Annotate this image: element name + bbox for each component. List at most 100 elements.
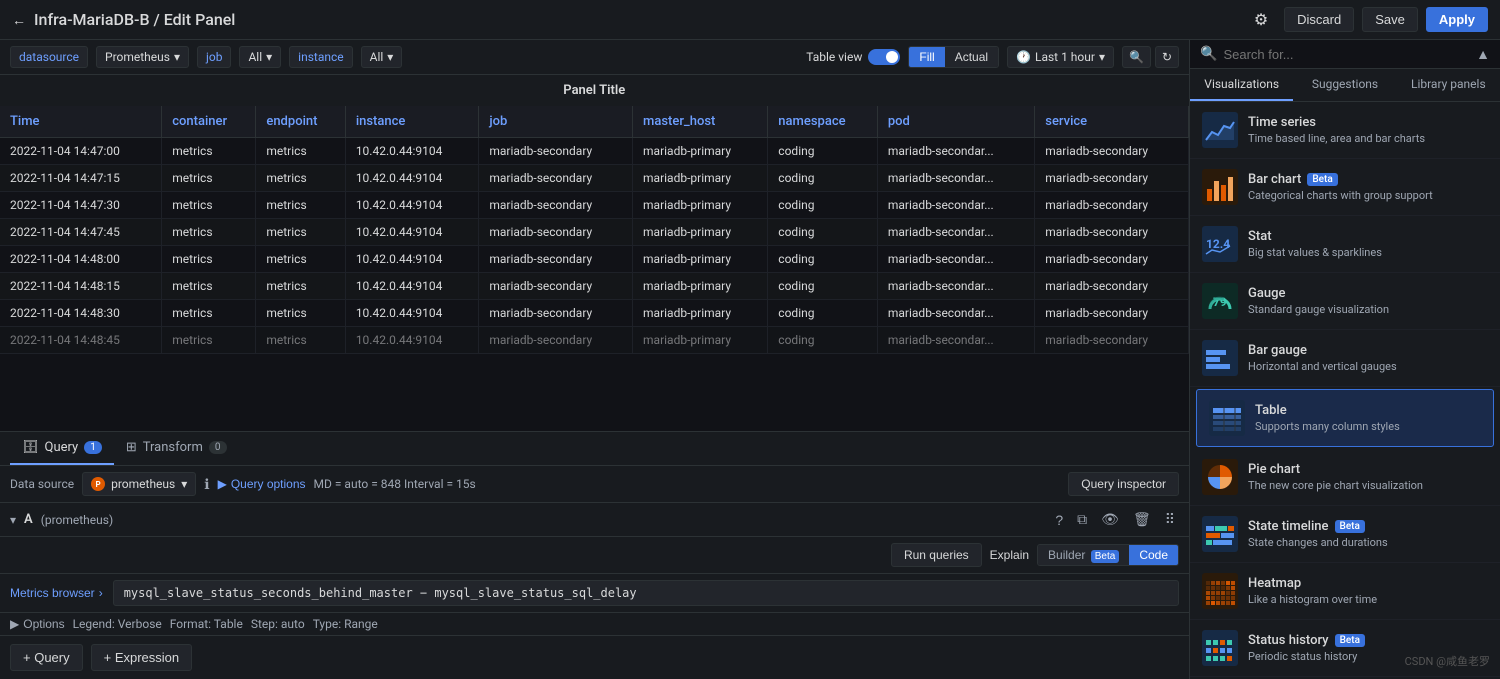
chevron-right-icon: ▶ xyxy=(218,477,227,491)
query-delete-button[interactable]: 🗑 xyxy=(1129,509,1155,530)
table-header-container[interactable]: container xyxy=(162,106,256,138)
toggle-switch[interactable] xyxy=(868,49,900,65)
table-row: 2022-11-04 14:48:00metricsmetrics10.42.0… xyxy=(0,246,1189,273)
metrics-row: Metrics browser › xyxy=(0,574,1189,613)
fill-button[interactable]: Fill xyxy=(909,47,944,67)
add-expression-button[interactable]: + Expression xyxy=(91,644,193,671)
info-button[interactable]: ℹ xyxy=(204,476,209,493)
chevron-down-icon: ▾ xyxy=(181,477,187,491)
instance-select[interactable]: All ▾ xyxy=(361,46,403,68)
query-drag-button[interactable]: ⠿ xyxy=(1161,509,1179,530)
viz-name: Bar gauge xyxy=(1248,343,1488,358)
query-block-a: ▾ A (prometheus) ? ⧉ 👁 🗑 ⠿ Run queries E… xyxy=(0,503,1189,636)
run-queries-button[interactable]: Run queries xyxy=(891,543,982,567)
query-inspector-button[interactable]: Query inspector xyxy=(1068,472,1179,496)
tab-query[interactable]: 🗄 Query 1 xyxy=(10,432,114,465)
query-help-button[interactable]: ? xyxy=(1051,509,1067,530)
filter-bar: datasource Prometheus ▾ job All ▾ instan… xyxy=(0,40,1189,75)
table-header-namespace[interactable]: namespace xyxy=(768,106,878,138)
viz-item-table[interactable]: TableSupports many column styles xyxy=(1196,389,1494,447)
table-header-endpoint[interactable]: endpoint xyxy=(256,106,345,138)
datasource-label: Data source xyxy=(10,477,74,491)
table-row: 2022-11-04 14:47:30metricsmetrics10.42.0… xyxy=(0,192,1189,219)
datasource-selector[interactable]: P prometheus ▾ xyxy=(82,472,196,496)
collapse-panel-button[interactable]: ▲ xyxy=(1476,46,1490,62)
right-panel: 🔍 ▲ Visualizations Suggestions Library p… xyxy=(1190,40,1500,679)
viz-name: State timelineBeta xyxy=(1248,519,1488,534)
explain-button[interactable]: Explain xyxy=(990,548,1029,562)
viz-name: Pie chart xyxy=(1248,462,1488,477)
code-mode-button[interactable]: Code xyxy=(1129,545,1178,565)
query-transform-tabs: 🗄 Query 1 ⊞ Transform 0 xyxy=(0,431,1189,466)
fill-actual-toggle: Fill Actual xyxy=(908,46,999,68)
transform-icon: ⊞ xyxy=(126,440,137,455)
datasource-tag: datasource xyxy=(10,46,88,68)
chevron-right-icon: › xyxy=(99,586,103,600)
tab-transform[interactable]: ⊞ Transform 0 xyxy=(114,432,239,465)
table-header-Time[interactable]: Time xyxy=(0,106,162,138)
query-options-button[interactable]: ▶ Query options xyxy=(218,477,306,491)
apply-button[interactable]: Apply xyxy=(1426,7,1488,32)
save-button[interactable]: Save xyxy=(1362,7,1418,32)
zoom-out-button[interactable]: 🔍 xyxy=(1122,46,1151,68)
format-meta: Format: Table xyxy=(170,617,243,631)
data-table: Panel Title Timecontainerendpointinstanc… xyxy=(0,75,1189,354)
query-copy-button[interactable]: ⧉ xyxy=(1073,509,1091,530)
run-row: Run queries Explain Builder Beta Code xyxy=(0,537,1189,574)
datasource-row: Data source P prometheus ▾ ℹ ▶ Query opt… xyxy=(0,466,1189,503)
refresh-button[interactable]: ↻ xyxy=(1155,46,1179,68)
viz-desc: Time based line, area and bar charts xyxy=(1248,132,1488,145)
search-input[interactable] xyxy=(1223,47,1470,62)
tab-visualizations[interactable]: Visualizations xyxy=(1190,69,1293,101)
viz-item-pie-chart[interactable]: Pie chartThe new core pie chart visualiz… xyxy=(1190,449,1500,506)
viz-name: Bar chartBeta xyxy=(1248,172,1488,187)
query-input[interactable] xyxy=(113,580,1179,606)
viz-item-gauge[interactable]: 79GaugeStandard gauge visualization xyxy=(1190,273,1500,330)
viz-item-heatmap[interactable]: HeatmapLike a histogram over time xyxy=(1190,563,1500,620)
add-row: + Query + Expression xyxy=(0,636,1189,679)
query-eye-button[interactable]: 👁 xyxy=(1097,509,1123,530)
job-tag: job xyxy=(197,46,231,68)
builder-mode-button[interactable]: Builder Beta xyxy=(1038,545,1129,565)
step-meta: Step: auto xyxy=(251,617,305,631)
back-button[interactable]: ← xyxy=(12,12,26,28)
chevron-right-icon: ▶ xyxy=(10,617,19,631)
prometheus-icon: P xyxy=(91,477,105,491)
table-header-instance[interactable]: instance xyxy=(345,106,479,138)
table-view-toggle[interactable]: Table view xyxy=(806,49,900,65)
viz-desc: Supports many column styles xyxy=(1255,420,1481,433)
viz-item-bar-gauge[interactable]: Bar gaugeHorizontal and vertical gauges xyxy=(1190,330,1500,387)
viz-item-bar-chart[interactable]: Bar chartBetaCategorical charts with gro… xyxy=(1190,159,1500,216)
table-header-service[interactable]: service xyxy=(1035,106,1189,138)
type-meta: Type: Range xyxy=(313,617,378,631)
tab-suggestions[interactable]: Suggestions xyxy=(1293,69,1396,101)
viz-name: Stat xyxy=(1248,229,1488,244)
viz-item-time-series[interactable]: Time series Time based line, area and bar… xyxy=(1190,102,1500,159)
table-header-job[interactable]: job xyxy=(479,106,633,138)
viz-item-stat[interactable]: 12.4StatBig stat values & sparklines xyxy=(1190,216,1500,273)
actual-button[interactable]: Actual xyxy=(945,47,998,67)
collapse-query-button[interactable]: ▾ xyxy=(10,513,16,527)
viz-desc: Like a histogram over time xyxy=(1248,593,1488,606)
table-row: 2022-11-04 14:47:45metricsmetrics10.42.0… xyxy=(0,219,1189,246)
table-header-pod[interactable]: pod xyxy=(877,106,1034,138)
chevron-down-icon: ▾ xyxy=(174,50,180,64)
time-range-picker[interactable]: 🕐 Last 1 hour ▾ xyxy=(1007,46,1114,68)
clock-icon: 🕐 xyxy=(1016,50,1031,64)
job-select[interactable]: All ▾ xyxy=(239,46,281,68)
top-bar: ← Infra-MariaDB-B / Edit Panel ⚙ Discard… xyxy=(0,0,1500,40)
add-query-button[interactable]: + Query xyxy=(10,644,83,671)
tab-library-panels[interactable]: Library panels xyxy=(1397,69,1500,101)
table-row: 2022-11-04 14:47:00metricsmetrics10.42.0… xyxy=(0,138,1189,165)
metrics-browser-button[interactable]: Metrics browser › xyxy=(10,586,103,600)
options-toggle-button[interactable]: ▶ Options xyxy=(10,617,65,631)
table-header-master_host[interactable]: master_host xyxy=(633,106,768,138)
viz-item-state-timeline[interactable]: State timelineBetaState changes and dura… xyxy=(1190,506,1500,563)
settings-button[interactable]: ⚙ xyxy=(1246,6,1276,34)
table-row: 2022-11-04 14:48:45metricsmetrics10.42.0… xyxy=(0,327,1189,354)
discard-button[interactable]: Discard xyxy=(1284,7,1354,32)
panel-type-tabs: Visualizations Suggestions Library panel… xyxy=(1190,69,1500,102)
viz-name: Time series xyxy=(1248,115,1488,130)
datasource-select[interactable]: Prometheus ▾ xyxy=(96,46,189,68)
state-timeline-icon xyxy=(1202,516,1238,552)
